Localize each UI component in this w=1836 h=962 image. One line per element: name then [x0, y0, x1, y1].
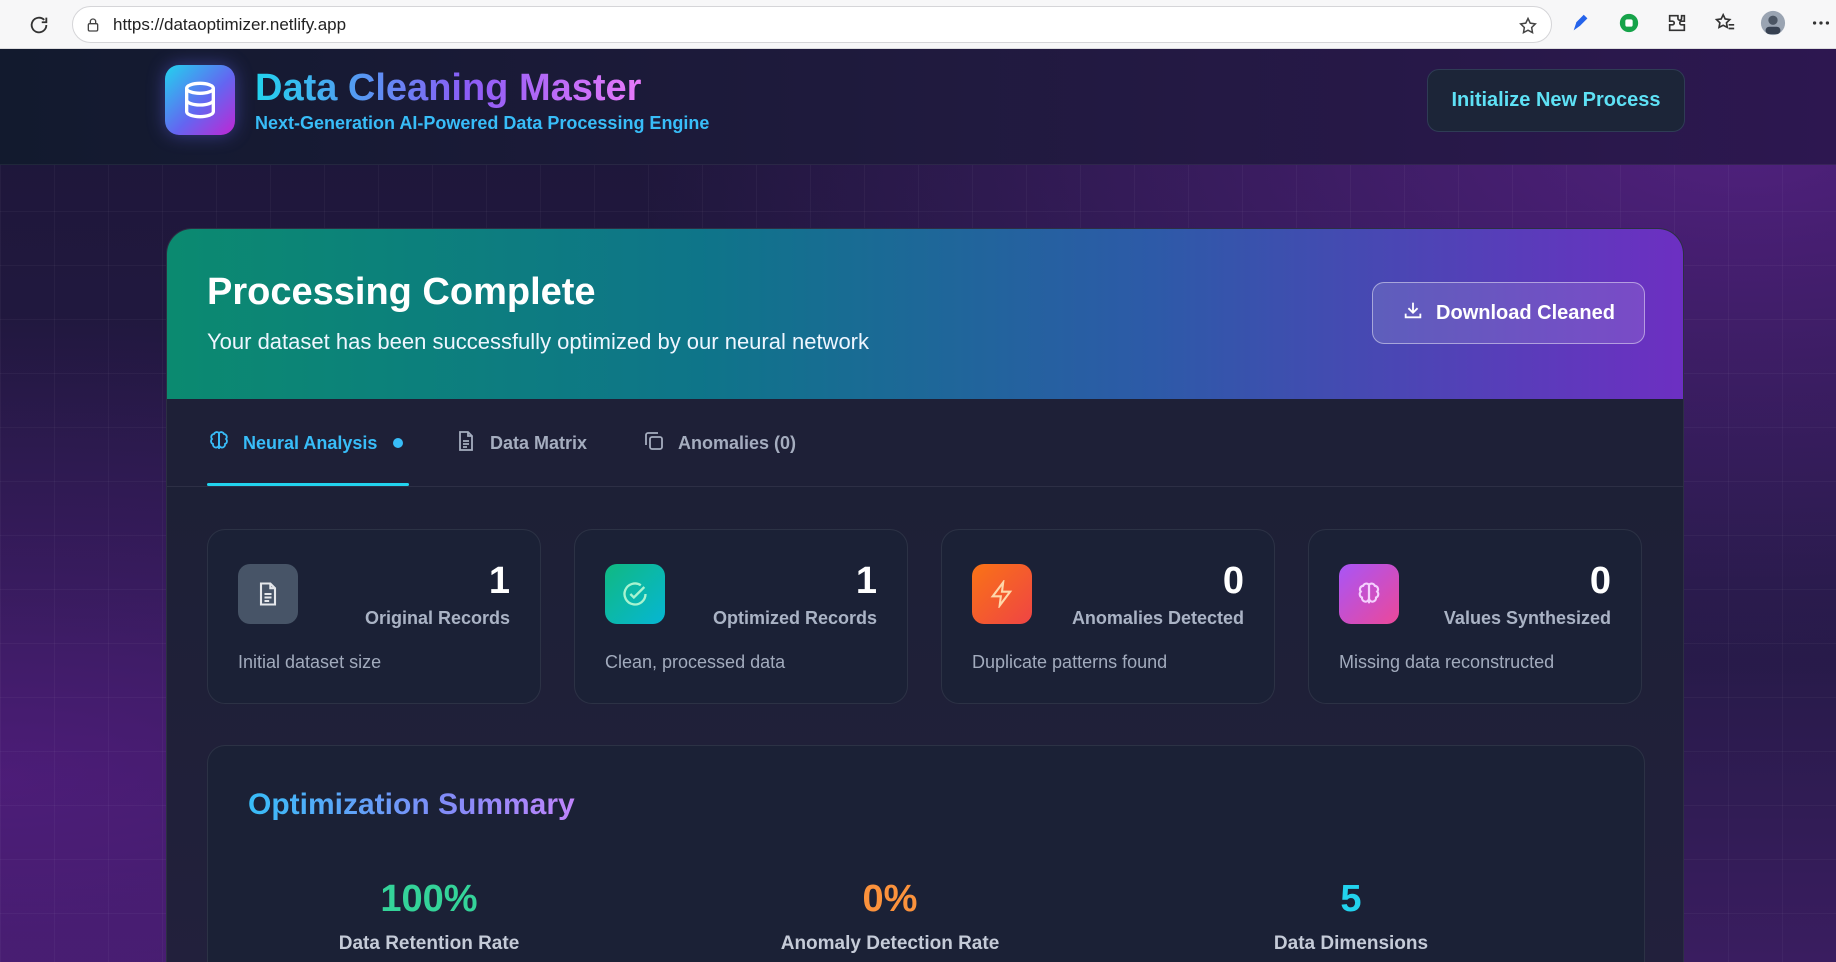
stat-label: Original Records: [364, 608, 510, 628]
download-icon: [1402, 299, 1424, 327]
banner-title: Processing Complete: [207, 271, 596, 313]
tab-anomalies[interactable]: Anomalies (0): [642, 399, 796, 487]
metric-label: Data Retention Rate: [338, 933, 520, 954]
page: Data Cleaning Master Next-Generation AI-…: [0, 49, 1836, 962]
app-title: Data Cleaning Master: [255, 67, 642, 109]
lock-icon[interactable]: [83, 15, 103, 35]
optimization-summary-card: Optimization Summary 100% Data Retention…: [207, 745, 1645, 962]
metric-data-retention: 100% Data Retention Rate: [229, 878, 629, 955]
results-card: Processing Complete Your dataset has bee…: [166, 228, 1684, 962]
brain-icon: [207, 429, 231, 458]
stat-value: 0: [1222, 560, 1244, 602]
stat-label: Anomalies Detected: [1071, 608, 1244, 628]
address-bar[interactable]: https://dataoptimizer.netlify.app: [72, 6, 1552, 43]
database-logo-icon: [165, 65, 235, 135]
stat-description: Missing data reconstructed: [1339, 652, 1555, 672]
stat-card-values-synthesized: 0 Values Synthesized Missing data recons…: [1308, 529, 1642, 704]
document-icon: [454, 429, 478, 458]
summary-title: Optimization Summary: [248, 788, 575, 821]
completion-banner: Processing Complete Your dataset has bee…: [167, 229, 1683, 399]
metric-label: Anomaly Detection Rate: [780, 933, 1000, 954]
download-cleaned-button[interactable]: Download Cleaned: [1372, 282, 1645, 344]
stat-description: Initial dataset size: [238, 652, 382, 672]
metric-data-dimensions: 5 Data Dimensions: [1151, 878, 1551, 955]
initialize-new-process-button[interactable]: Initialize New Process: [1427, 69, 1685, 132]
stat-label: Optimized Records: [712, 608, 877, 628]
reload-icon[interactable]: [26, 12, 52, 38]
metric-value: 0%: [862, 878, 918, 920]
lightning-icon: [972, 564, 1032, 624]
browser-toolbar: https://dataoptimizer.netlify.app: [0, 0, 1836, 49]
download-button-label: Download Cleaned: [1436, 301, 1615, 324]
app-subtitle: Next-Generation AI-Powered Data Processi…: [255, 113, 710, 133]
tab-label: Data Matrix: [490, 432, 588, 453]
copy-icon: [642, 429, 666, 458]
active-indicator-dot: [393, 438, 404, 448]
check-circle-icon: [605, 564, 665, 624]
favorite-star-icon[interactable]: [1517, 15, 1539, 37]
tab-bar: Neural Analysis Data Matrix Anomalies (0…: [167, 399, 1683, 487]
profile-avatar[interactable]: [1760, 10, 1786, 36]
stat-card-optimized-records: 1 Optimized Records Clean, processed dat…: [574, 529, 908, 704]
tab-label: Anomalies (0): [678, 432, 797, 453]
stat-card-anomalies-detected: 0 Anomalies Detected Duplicate patterns …: [941, 529, 1275, 704]
stat-value: 1: [855, 560, 877, 602]
stat-value: 0: [1589, 560, 1611, 602]
stat-card-original-records: 1 Original Records Initial dataset size: [207, 529, 541, 704]
stat-description: Duplicate patterns found: [972, 652, 1168, 672]
stat-description: Clean, processed data: [605, 652, 786, 672]
extension-green-icon[interactable]: [1616, 10, 1642, 36]
metric-label: Data Dimensions: [1273, 933, 1429, 954]
metric-value: 5: [1340, 878, 1362, 920]
active-tab-underline: [207, 483, 409, 486]
url-text[interactable]: https://dataoptimizer.netlify.app: [113, 15, 346, 35]
tab-label: Neural Analysis: [243, 432, 378, 453]
stat-value: 1: [488, 560, 510, 602]
extensions-puzzle-icon[interactable]: [1664, 10, 1690, 36]
stat-label: Values Synthesized: [1443, 608, 1611, 628]
extension-pen-icon[interactable]: [1568, 10, 1594, 36]
metric-anomaly-detection: 0% Anomaly Detection Rate: [690, 878, 1090, 955]
brain-icon: [1339, 564, 1399, 624]
tab-data-matrix[interactable]: Data Matrix: [454, 399, 587, 487]
document-icon: [238, 564, 298, 624]
banner-subtitle: Your dataset has been successfully optim…: [207, 329, 870, 354]
tab-content: 1 Original Records Initial dataset size …: [167, 487, 1683, 962]
more-menu-icon[interactable]: [1808, 10, 1834, 36]
app-header: Data Cleaning Master Next-Generation AI-…: [0, 49, 1836, 165]
tab-neural-analysis[interactable]: Neural Analysis: [207, 399, 404, 487]
favorites-icon[interactable]: [1712, 10, 1738, 36]
metric-value: 100%: [380, 878, 478, 920]
